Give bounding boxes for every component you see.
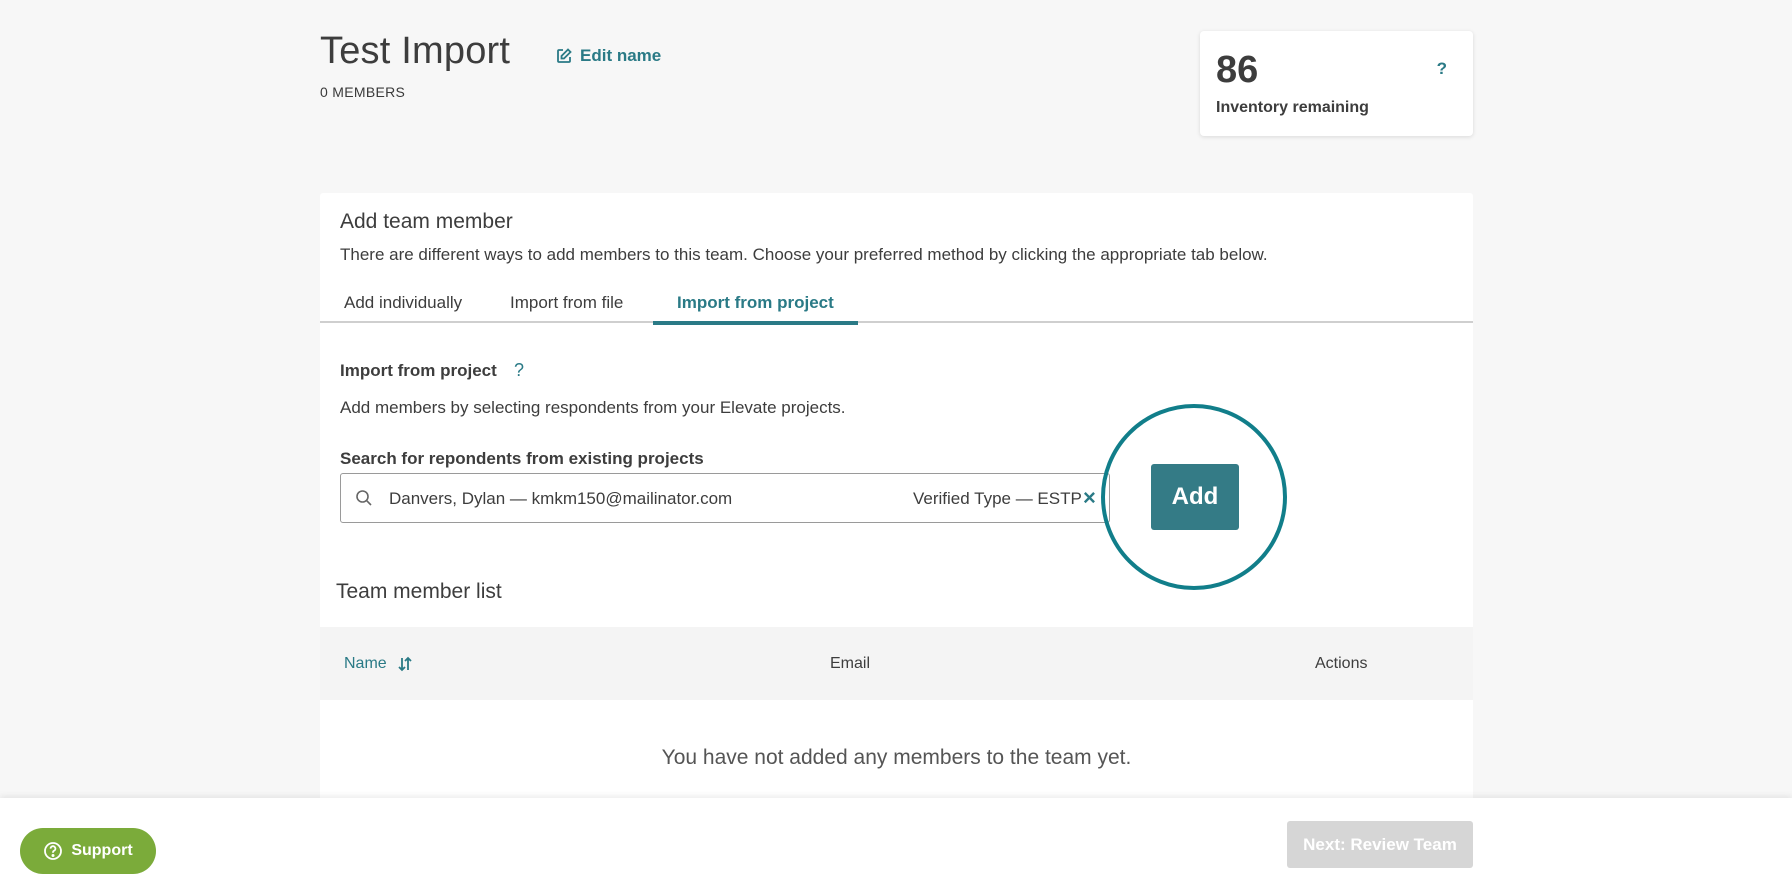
page-title: Test Import <box>320 30 511 72</box>
tab-add-individually[interactable]: Add individually <box>320 293 486 323</box>
section-description: There are different ways to add members … <box>340 245 1268 264</box>
respondent-search-input[interactable]: Danvers, Dylan — kmkm150@mailinator.com … <box>340 473 1110 523</box>
verified-type: Verified Type — ESTP <box>913 489 1082 508</box>
edit-icon <box>557 48 572 63</box>
column-actions: Actions <box>1315 655 1368 672</box>
search-icon <box>356 490 372 506</box>
members-count: 0 MEMBERS <box>320 84 406 100</box>
support-button[interactable]: Support <box>20 828 156 874</box>
tab-bar: Add individually Import from file Import… <box>320 285 1473 325</box>
footer-bar: Support Next: Review Team <box>0 798 1792 887</box>
team-member-list-title: Team member list <box>336 580 502 603</box>
inventory-help-icon[interactable]: ? <box>1437 59 1447 79</box>
clear-icon[interactable]: × <box>1083 485 1096 511</box>
tab-import-from-file[interactable]: Import from file <box>486 293 647 323</box>
import-project-title: Import from project <box>340 361 497 380</box>
search-label: Search for repondents from existing proj… <box>340 449 704 468</box>
import-project-help-icon[interactable]: ? <box>514 360 524 381</box>
add-button[interactable]: Add <box>1151 464 1239 530</box>
inventory-label: Inventory remaining <box>1216 99 1369 116</box>
edit-name-label: Edit name <box>580 46 662 65</box>
inventory-card: 86 Inventory remaining ? <box>1200 31 1473 136</box>
section-title: Add team member <box>340 210 513 233</box>
search-value: Danvers, Dylan — kmkm150@mailinator.com <box>389 489 733 508</box>
edit-name-button[interactable]: Edit name <box>556 46 661 66</box>
column-name[interactable]: Name <box>344 655 413 673</box>
column-name-label: Name <box>344 655 387 672</box>
empty-message: You have not added any members to the te… <box>661 746 1132 769</box>
column-email: Email <box>830 655 871 672</box>
next-review-team-button[interactable]: Next: Review Team <box>1287 821 1473 868</box>
support-label: Support <box>71 842 133 859</box>
table-header: Name Email Actions <box>320 627 1473 700</box>
sort-icon <box>398 656 412 672</box>
inventory-number: 86 <box>1216 49 1259 91</box>
help-circle-icon <box>44 842 63 860</box>
tab-import-from-project[interactable]: Import from project <box>653 293 858 325</box>
import-project-description: Add members by selecting respondents fro… <box>340 398 846 417</box>
add-team-member-card: Add team member There are different ways… <box>320 193 1473 887</box>
